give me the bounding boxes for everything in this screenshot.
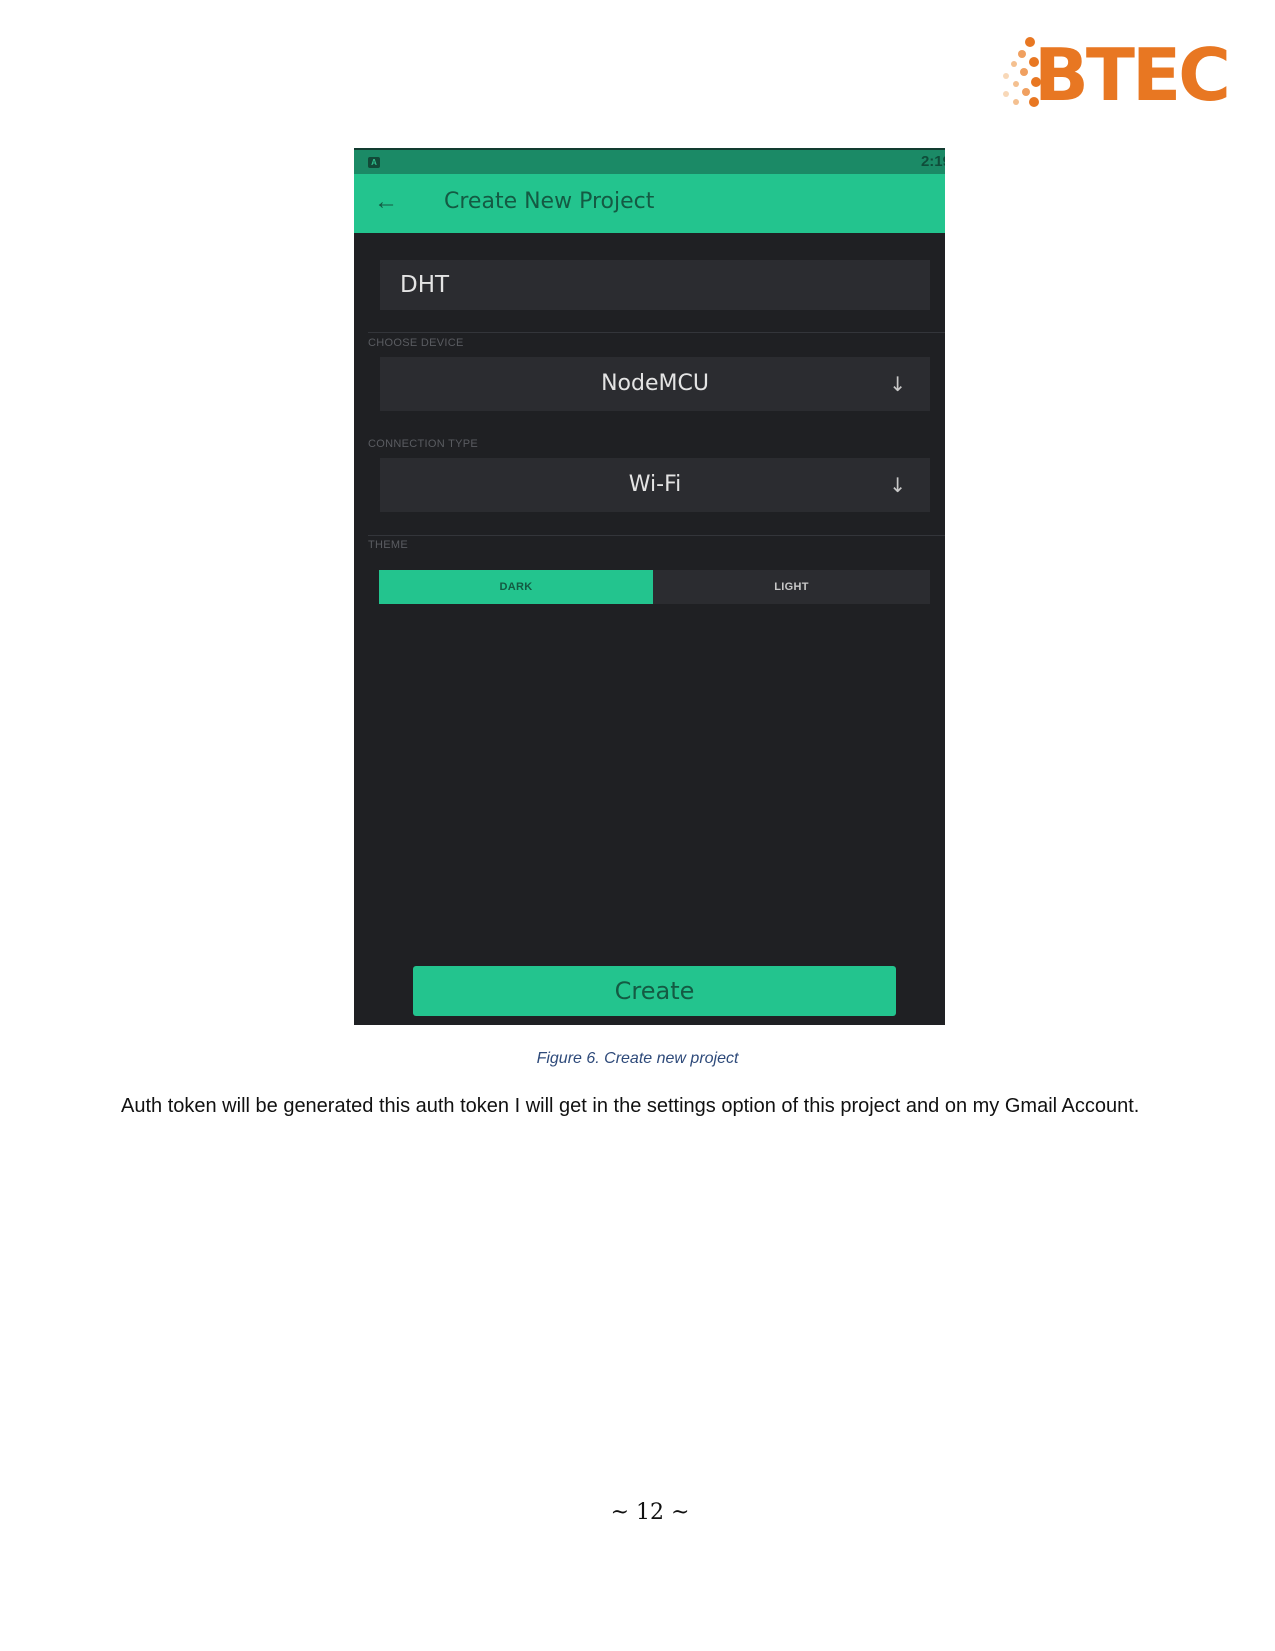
notification-icon: A: [368, 157, 380, 168]
back-arrow-icon[interactable]: ←: [374, 188, 402, 216]
body-paragraph: Auth token will be generated this auth t…: [121, 1095, 1140, 1117]
page-number: ~ 12 ~: [610, 1500, 690, 1525]
theme-label: THEME: [368, 539, 408, 551]
screen-title: Create New Project: [444, 189, 655, 214]
device-select[interactable]: NodeMCU ↓: [380, 357, 930, 411]
app-bar: ← Create New Project: [354, 174, 945, 233]
device-value: NodeMCU: [601, 371, 709, 396]
chevron-down-icon: ↓: [889, 473, 906, 497]
theme-dark-option[interactable]: DARK: [379, 570, 653, 604]
theme-toggle: DARK LIGHT: [379, 570, 930, 604]
connection-select[interactable]: Wi-Fi ↓: [380, 458, 930, 512]
divider: [368, 535, 945, 536]
theme-light-option[interactable]: LIGHT: [653, 570, 930, 604]
project-name-input[interactable]: [380, 260, 930, 310]
status-bar: A 2:19: [354, 148, 945, 174]
divider: [368, 332, 945, 333]
figure-caption: Figure 6. Create new project: [536, 1050, 739, 1067]
create-button[interactable]: Create: [413, 966, 896, 1016]
logo-text: BTEC: [1034, 33, 1231, 117]
choose-device-label: CHOOSE DEVICE: [368, 337, 464, 349]
app-screenshot: A 2:19 ← Create New Project CHOOSE DEVIC…: [354, 148, 945, 1025]
connection-value: Wi-Fi: [628, 472, 682, 497]
chevron-down-icon: ↓: [889, 372, 906, 396]
btec-logo: BTEC: [990, 32, 1240, 117]
status-time: 2:19: [920, 153, 945, 170]
connection-type-label: CONNECTION TYPE: [368, 438, 479, 450]
